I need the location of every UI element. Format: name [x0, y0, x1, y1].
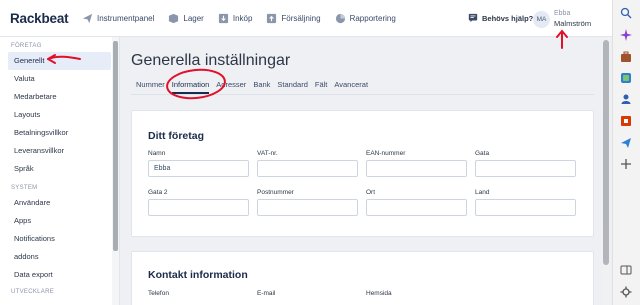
avatar[interactable]: MA: [533, 11, 550, 28]
nav-item-rapportering[interactable]: Rapportering: [335, 13, 396, 24]
field-label-namn: Namn: [148, 150, 166, 157]
box-icon: [169, 13, 179, 24]
field-label-gata: Gata: [475, 150, 490, 157]
sidebar-item-apps[interactable]: Apps: [0, 212, 119, 230]
user-last-name[interactable]: Malmström: [554, 19, 591, 28]
sidebar-toggle-icon[interactable]: [620, 264, 632, 276]
sidebar-item-leveransvillkor[interactable]: Leveransvillkor: [0, 142, 119, 160]
user-first-name[interactable]: Ebba: [554, 10, 570, 17]
tab-falt[interactable]: Fält: [315, 80, 328, 94]
nav-label: Inköp: [232, 14, 253, 23]
gear-icon[interactable]: [620, 286, 632, 298]
postnummer-input[interactable]: [257, 199, 358, 216]
sidebar-item-sprak[interactable]: Språk: [0, 160, 119, 178]
upload-icon: [267, 13, 277, 24]
tab-avancerat[interactable]: Avancerat: [334, 80, 368, 94]
sidebar-section-system: SYSTEM: [11, 185, 38, 191]
land-input[interactable]: [475, 199, 576, 216]
gata2-input[interactable]: [148, 199, 249, 216]
office-icon[interactable]: [620, 115, 632, 127]
download-icon: [218, 13, 228, 24]
sidebar-item-notifications[interactable]: Notifications: [0, 230, 119, 248]
ean-input[interactable]: [366, 160, 467, 177]
sidebar-item-valuta[interactable]: Valuta: [0, 70, 119, 88]
sparkle-icon[interactable]: [620, 29, 632, 41]
sidebar-item-data-export[interactable]: Data export: [0, 266, 119, 284]
sidebar-item-addons[interactable]: addons: [0, 248, 119, 266]
sidebar-scrollbar-thumb[interactable]: [113, 41, 118, 251]
field-label-vat: VAT-nr.: [257, 150, 278, 157]
sidebar-item-medarbetare[interactable]: Medarbetare: [0, 88, 119, 106]
main-scrollbar-thumb[interactable]: [603, 40, 609, 265]
person-icon[interactable]: [620, 93, 632, 105]
field-label-postnummer: Postnummer: [257, 189, 294, 196]
games-icon[interactable]: [620, 72, 632, 84]
settings-sidebar: FÖRETAG Generellt Valuta Medarbetare Lay…: [0, 37, 120, 305]
send-icon[interactable]: [620, 137, 632, 149]
field-label-telefon: Telefon: [148, 290, 169, 297]
tab-standard[interactable]: Standard: [277, 80, 307, 94]
contact-card-title: Kontakt information: [148, 269, 248, 281]
field-label-ort: Ort: [366, 189, 376, 196]
top-navigation-bar: Rackbeat Instrumentpanel Lager Inköp För…: [0, 0, 612, 37]
sidebar-section-company: FÖRETAG: [11, 43, 42, 49]
main-nav: Instrumentpanel Lager Inköp Försäljning …: [82, 0, 410, 37]
field-label-email: E-mail: [257, 290, 276, 297]
tab-information[interactable]: Information: [171, 80, 210, 94]
nav-label: Försäljning: [281, 14, 321, 23]
settings-tabs: Nummer Information Adresser Bank Standar…: [136, 80, 375, 94]
nav-label: Rapportering: [349, 14, 396, 23]
chat-icon: [468, 13, 478, 23]
page-title: Generella inställningar: [131, 52, 291, 69]
field-label-gata2: Gata 2: [148, 189, 168, 196]
search-icon[interactable]: [620, 7, 632, 19]
nav-label: Instrumentpanel: [97, 14, 155, 23]
vat-input[interactable]: [257, 160, 358, 177]
help-button[interactable]: Behövs hjälp?: [468, 13, 533, 23]
namn-input[interactable]: Ebba: [148, 160, 249, 177]
gata-input[interactable]: [475, 160, 576, 177]
tab-bank[interactable]: Bank: [253, 80, 270, 94]
sidebar-item-generellt[interactable]: Generellt: [8, 52, 111, 70]
rackbeat-logo[interactable]: Rackbeat: [10, 11, 69, 26]
browser-side-strip: [612, 0, 640, 305]
nav-item-lager[interactable]: Lager: [168, 13, 204, 24]
tab-adresser[interactable]: Adresser: [216, 80, 246, 94]
field-label-hemsida: Hemsida: [366, 290, 392, 297]
tab-nummer[interactable]: Nummer: [136, 80, 165, 94]
nav-item-forsaljning[interactable]: Försäljning: [266, 13, 321, 24]
contact-card: Kontakt information Telefon E-mail Hemsi…: [131, 251, 594, 305]
paper-plane-icon: [82, 13, 93, 24]
briefcase-icon[interactable]: [620, 51, 632, 63]
company-card: Ditt företag Namn Ebba VAT-nr. EAN-numme…: [131, 110, 594, 237]
field-label-land: Land: [475, 189, 490, 196]
field-label-ean: EAN-nummer: [366, 150, 406, 157]
company-card-title: Ditt företag: [148, 130, 204, 142]
sidebar-item-layouts[interactable]: Layouts: [0, 106, 119, 124]
plus-icon[interactable]: [620, 158, 632, 170]
nav-label: Lager: [183, 14, 204, 23]
sidebar-item-anvandare[interactable]: Användare: [0, 194, 119, 212]
sidebar-item-betalningsvillkor[interactable]: Betalningsvillkor: [0, 124, 119, 142]
pie-chart-icon: [335, 13, 345, 24]
sidebar-section-dev: UTVECKLARE: [11, 289, 55, 295]
ort-input[interactable]: [366, 199, 467, 216]
tabs-divider: [131, 94, 594, 95]
nav-item-inkop[interactable]: Inköp: [218, 13, 253, 24]
nav-item-instrumentpanel[interactable]: Instrumentpanel: [82, 13, 154, 24]
help-label: Behövs hjälp?: [482, 13, 534, 23]
